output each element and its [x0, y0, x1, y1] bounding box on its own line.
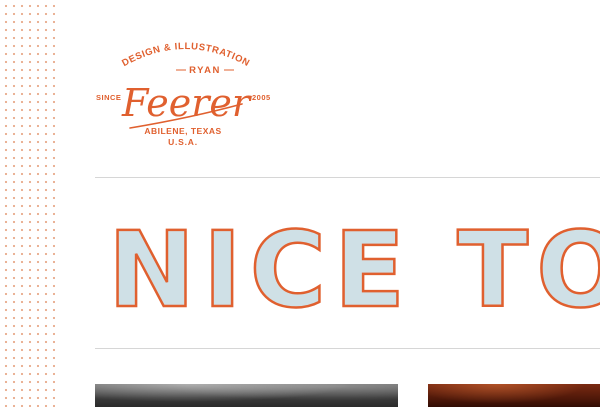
- logo-first-name: RYAN: [189, 65, 221, 76]
- logo-country-label: U.S.A.: [168, 137, 198, 147]
- headline-text: NICE TO S: [108, 214, 600, 314]
- headline-graphic: NICE TO S: [108, 214, 600, 314]
- bottom-divider: [95, 348, 600, 349]
- logo-since-label: SINCE: [96, 93, 121, 102]
- logo-year-label: 2005: [252, 93, 271, 102]
- portfolio-thumbnail-2[interactable]: [428, 384, 600, 407]
- portfolio-thumbnail-1[interactable]: [95, 384, 398, 407]
- logo-script-name: Feerer: [121, 81, 253, 125]
- ryan-feerer-logo[interactable]: DESIGN & ILLUSTRATION RYAN Feerer SINCE …: [90, 30, 280, 155]
- logo-top-arc-text: DESIGN & ILLUSTRATION: [120, 41, 251, 69]
- svg-text:DESIGN & ILLUSTRATION: DESIGN & ILLUSTRATION: [120, 41, 251, 69]
- logo-city-label: ABILENE, TEXAS: [144, 126, 221, 136]
- page: DESIGN & ILLUSTRATION RYAN Feerer SINCE …: [0, 0, 600, 407]
- headline-banner: NICE TO S: [108, 214, 600, 314]
- top-divider: [95, 177, 600, 178]
- dotted-sidebar-pattern: [0, 0, 55, 407]
- logo-graphic: DESIGN & ILLUSTRATION RYAN Feerer SINCE …: [96, 41, 271, 147]
